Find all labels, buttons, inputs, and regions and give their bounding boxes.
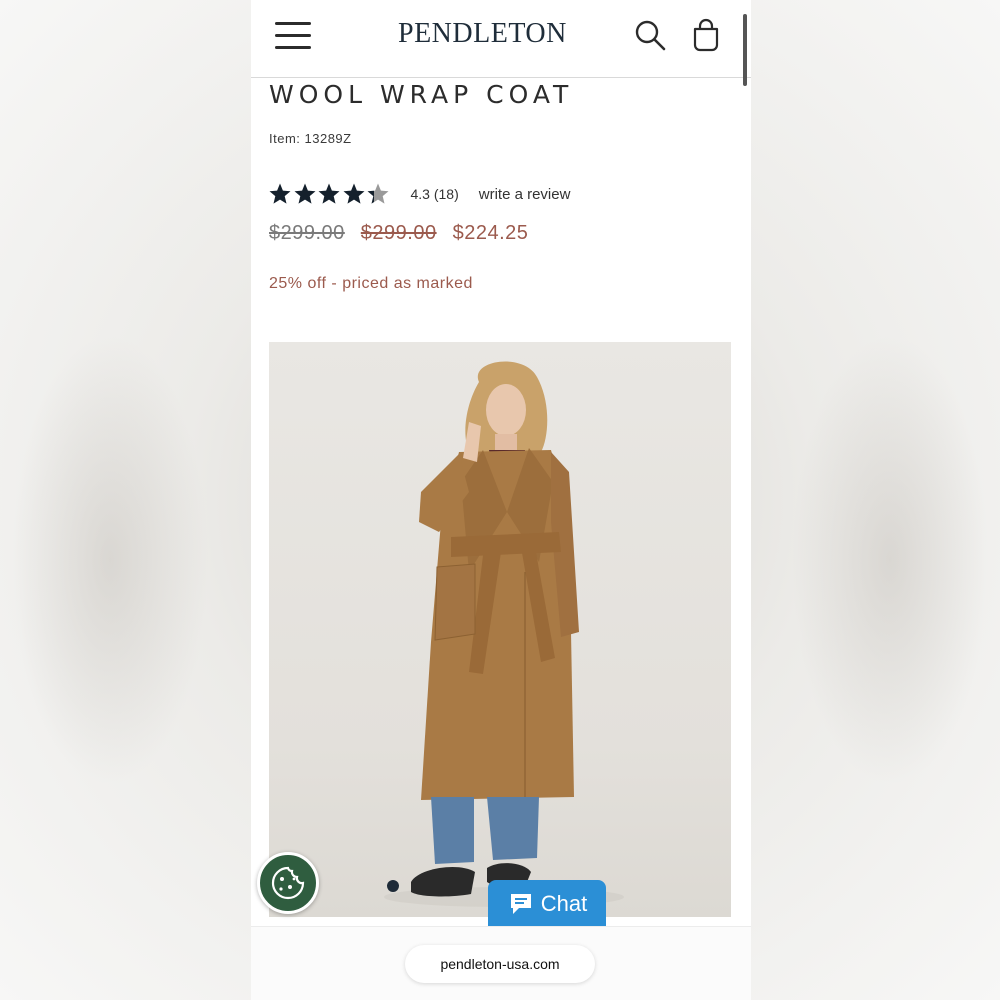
product-image[interactable] [269,342,731,917]
star-icon [343,183,364,204]
rating-summary[interactable]: 4.3 (18) [411,186,459,202]
browser-bottom-bar: pendleton-usa.com [251,926,751,1000]
phone-screen: PENDLETON WOOL WRAP COAT Item: 13289Z 4.… [251,0,751,1000]
brand-logo[interactable]: PENDLETON [398,18,566,50]
star-icon [367,183,389,204]
product-title: WOOL WRAP COAT [269,80,574,109]
shopping-bag-icon[interactable] [691,18,721,52]
price-row: $299.00 $299.00 $224.25 [269,222,528,245]
model-wearing-coat-illustration [384,361,624,907]
search-icon[interactable] [633,18,667,52]
carousel-dot-active[interactable] [387,880,399,892]
cookie-icon[interactable] [257,852,319,914]
url-bar[interactable]: pendleton-usa.com [405,945,595,983]
star-icon [318,183,340,204]
write-review-link[interactable]: write a review [479,186,571,203]
scrollbar[interactable] [743,14,747,86]
sale-price: $224.25 [452,222,529,244]
item-number: Item: 13289Z [269,131,352,146]
chat-label: Chat [540,891,588,916]
hamburger-menu-icon[interactable] [275,22,311,50]
star-icon [269,183,291,204]
chat-bubble-icon [510,894,531,914]
list-price: $299.00 [360,222,437,244]
site-header: PENDLETON [251,0,751,86]
promo-text: 25% off - priced as marked [269,275,473,292]
chat-button[interactable]: Chat [488,880,606,928]
original-price: $299.00 [269,222,345,244]
rating-row: 4.3 (18) write a review [268,179,570,209]
star-icon [294,183,315,204]
star-rating[interactable] [268,182,391,206]
